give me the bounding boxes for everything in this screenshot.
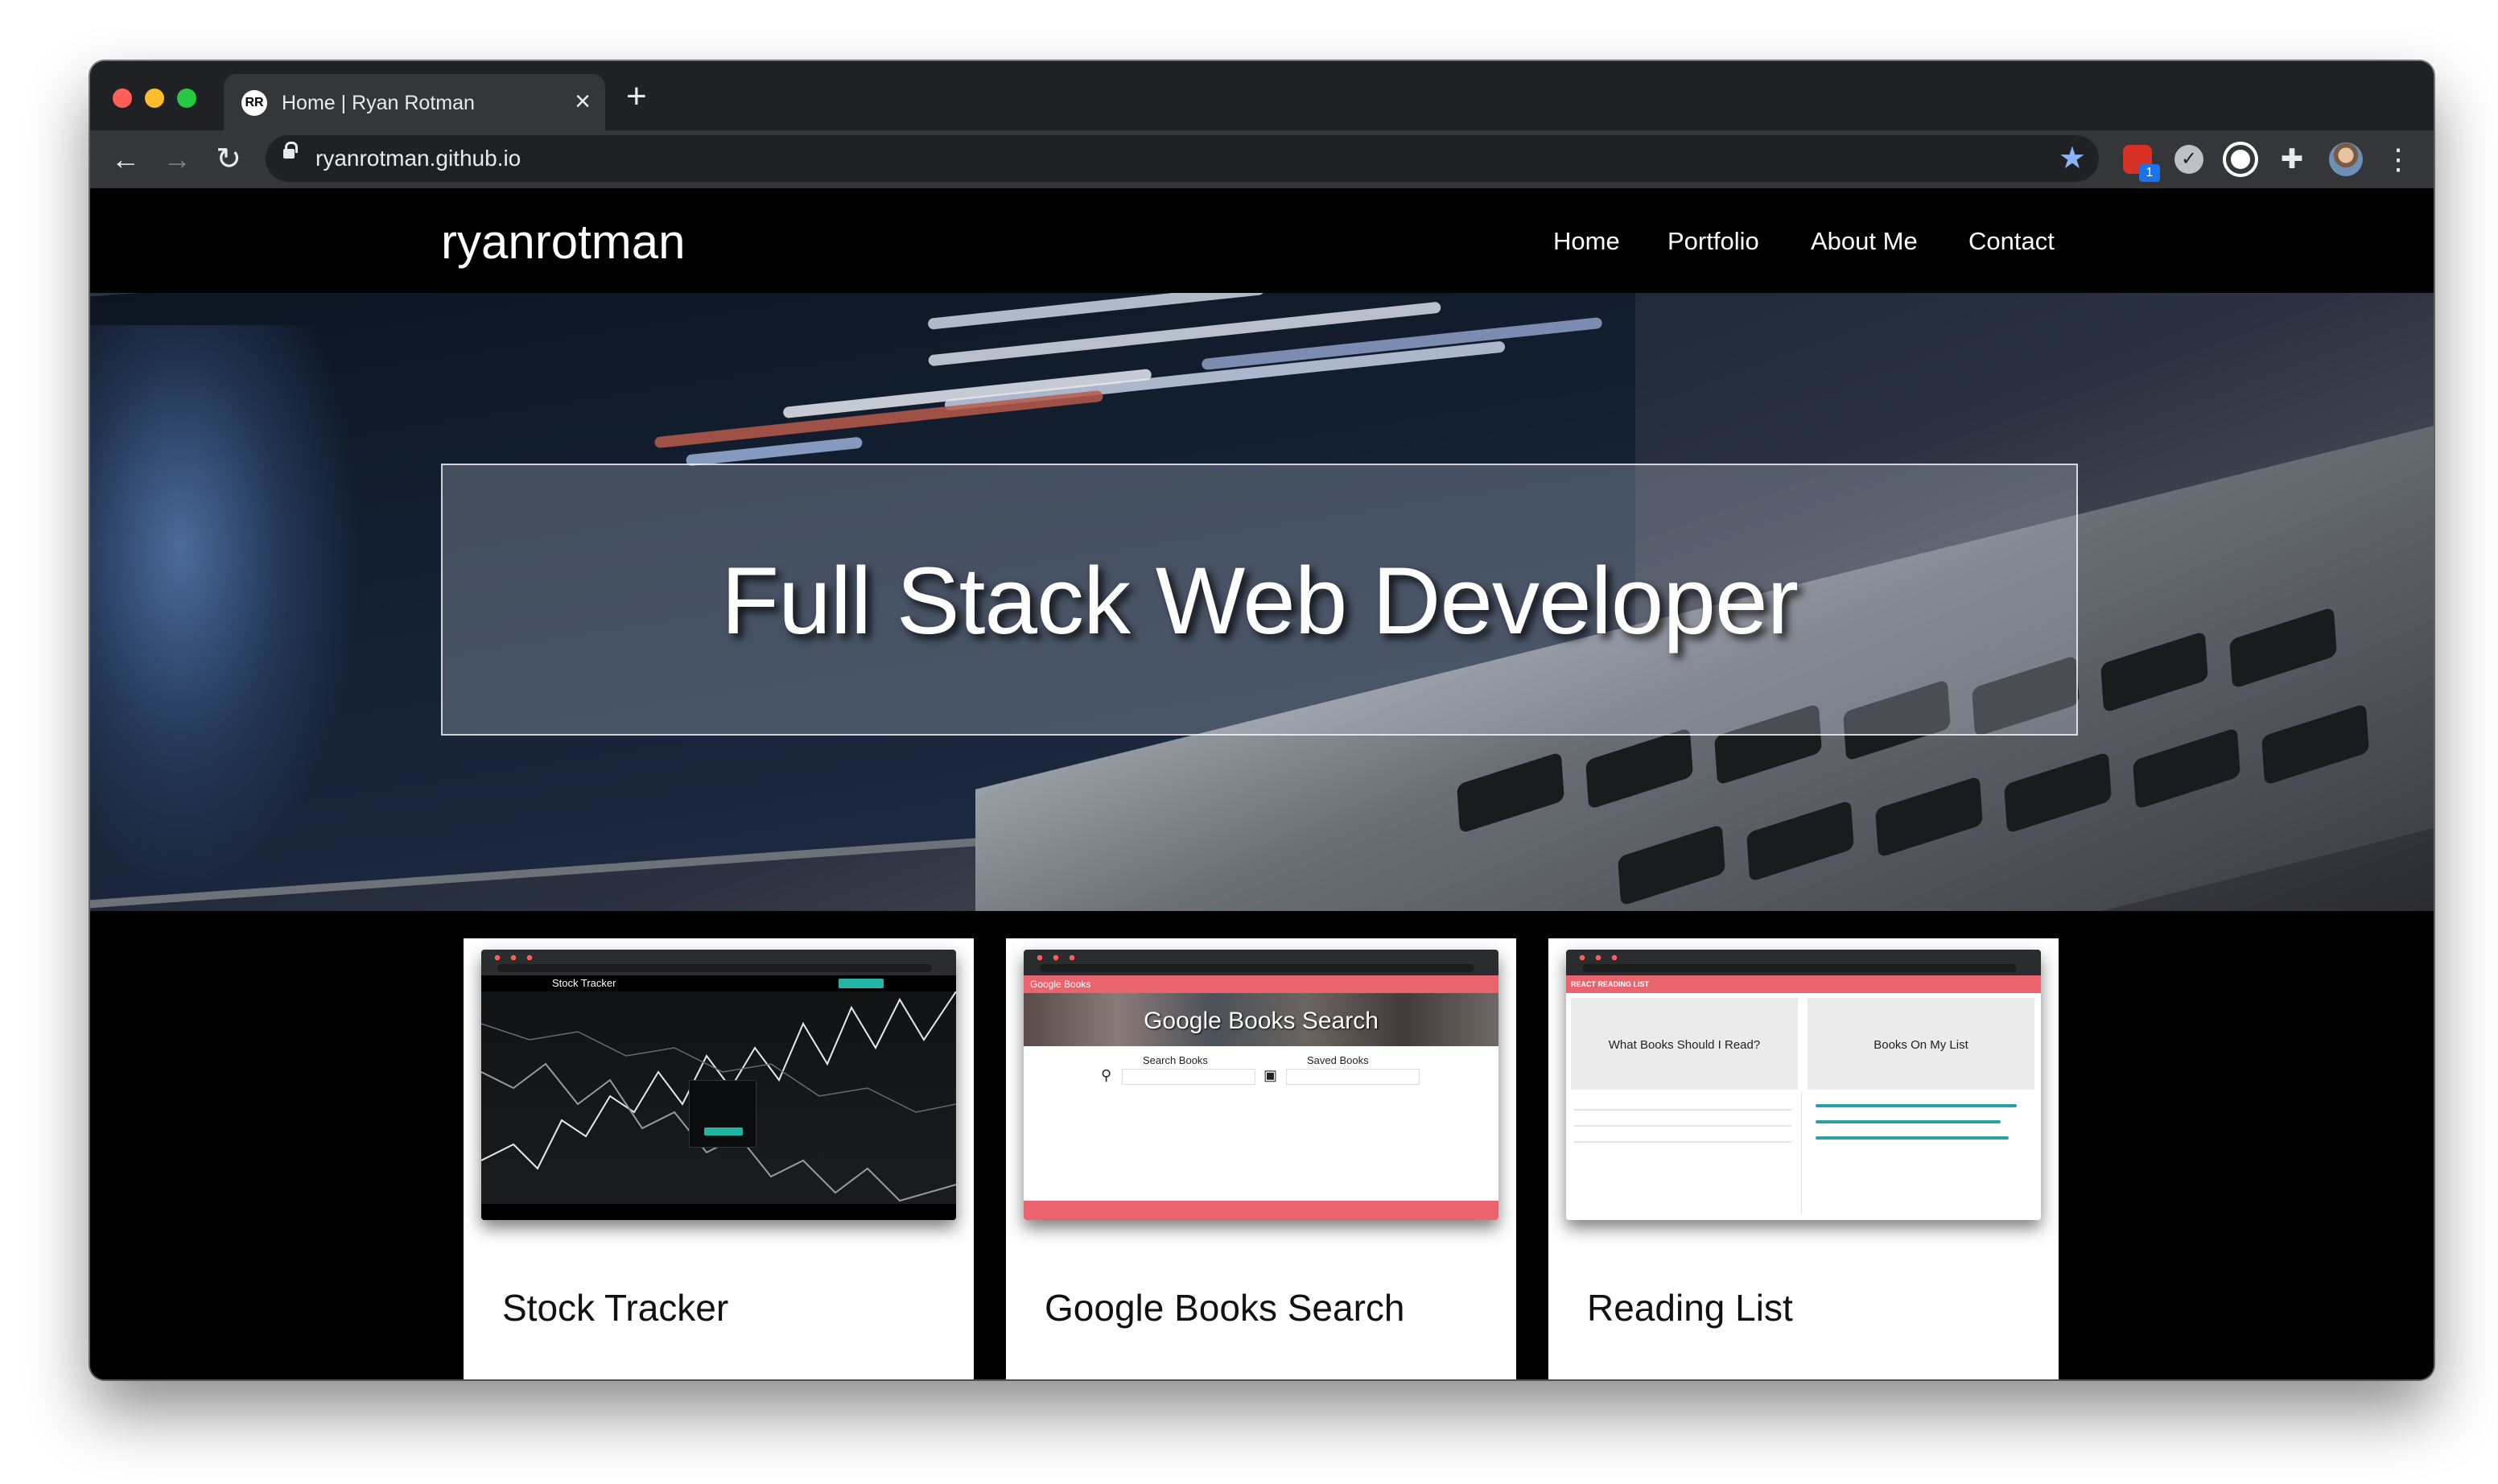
portfolio-card-reading-list[interactable]: REACT READING LIST What Books Should I R… [1548,938,2059,1379]
reload-icon[interactable]: ↻ [209,140,248,179]
reading-list-navbar: REACT READING LIST [1566,975,2041,993]
maximize-window-button[interactable] [177,89,196,108]
search-icon: ⚲ [1101,1067,1112,1083]
tab-title: Home | Ryan Rotman [282,92,475,114]
extension-check-icon[interactable]: ✓ [2174,145,2203,174]
screenshot-browser-chrome [481,950,956,975]
reading-list-form-line [1574,1141,1791,1143]
browser-window: RR Home | Ryan Rotman × + ← → ↻ ryanrotm… [90,61,2434,1379]
stock-tracker-modal [689,1080,756,1148]
reading-list-book-link [1816,1136,2009,1140]
hero-title: Full Stack Web Developer [721,548,1799,654]
google-books-search-field [1122,1069,1255,1085]
close-window-button[interactable] [113,89,132,108]
reading-list-book-link [1816,1104,2017,1107]
hero-title-box: Full Stack Web Developer [441,464,2078,736]
arrow-right-icon[interactable]: → [158,140,196,179]
browser-toolbar: ← → ↻ ryanrotman.github.io ★ 1 ✓ ✚ ⋮ [90,130,2434,188]
google-books-search-label: Search Books [1143,1054,1208,1066]
arrow-left-icon[interactable]: ← [106,140,145,179]
reading-list-screenshot: REACT READING LIST What Books Should I R… [1566,950,2041,1220]
google-books-banner: Google Books Search [1024,993,1498,1046]
puzzle-icon[interactable]: ✚ [2277,145,2306,174]
portfolio-card-stock-tracker[interactable]: Stock Tracker Stock Tracker [464,938,974,1379]
profile-avatar[interactable] [2329,142,2363,176]
google-books-banner-title: Google Books Search [1144,1008,1379,1034]
site-navbar: ryanrotman Home Portfolio About Me Conta… [90,188,2434,293]
reading-list-panel-my-list: Books On My List [1808,998,2034,1090]
stock-tracker-footer [481,1204,956,1220]
reading-list-navbar-title: REACT READING LIST [1571,980,1650,988]
google-books-footer [1024,1201,1498,1220]
screenshot-browser-chrome [1024,950,1498,975]
lock-icon [283,142,298,159]
stock-tracker-header-title: Stock Tracker [552,977,616,989]
reading-list-book-link [1816,1120,2001,1123]
tab-strip: RR Home | Ryan Rotman × + [90,61,2434,130]
stock-tracker-body: Stock Tracker [481,975,956,1220]
reading-list-body: REACT READING LIST What Books Should I R… [1566,975,2041,1220]
google-books-saved-field [1286,1069,1420,1085]
stock-tracker-modal-button [704,1127,743,1136]
hero-screen-glow [90,325,364,888]
google-books-body: Google Books Google Books Search Search … [1024,975,1498,1220]
google-books-saved-label: Saved Books [1307,1054,1369,1066]
reading-list-form-line [1574,1125,1791,1127]
reading-list-divider [1801,1093,1802,1214]
reading-list-panel-suggestions: What Books Should I Read? [1571,998,1798,1090]
stock-tracker-screenshot: Stock Tracker [481,950,956,1220]
tab-home[interactable]: RR Home | Ryan Rotman × [224,74,605,130]
google-books-navbar-title: Google Books [1030,979,1091,990]
reading-list-form-line [1574,1109,1791,1111]
save-icon: ▣ [1263,1067,1278,1083]
portfolio-card-title[interactable]: Google Books Search [1045,1286,1405,1329]
hero-section: Full Stack Web Developer [90,293,2434,911]
minimize-window-button[interactable] [145,89,164,108]
site-favicon-icon: RR [241,90,267,116]
portfolio-card-title[interactable]: Stock Tracker [502,1286,728,1329]
google-books-navbar: Google Books [1024,975,1498,993]
screenshot-browser-chrome [1566,950,2041,975]
reading-list-panel-title: What Books Should I Read? [1608,1038,1761,1052]
url-text[interactable]: ryanrotman.github.io [315,146,521,171]
stock-tracker-login-button [839,979,884,988]
stock-tracker-header: Stock Tracker [481,975,956,991]
site-brand-link[interactable]: ryanrotman [441,214,685,270]
reading-list-panel-title: Books On My List [1874,1038,1968,1052]
page-viewport: ryanrotman Home Portfolio About Me Conta… [90,188,2434,1379]
extension-red-icon[interactable]: 1 [2123,145,2160,182]
extension-circle-icon[interactable] [2226,145,2255,174]
new-tab-icon[interactable]: + [626,77,647,116]
bookmark-star-icon[interactable]: ★ [2059,140,2086,177]
tab-close-icon[interactable]: × [575,85,591,117]
portfolio-card-title[interactable]: Reading List [1587,1286,1793,1329]
portfolio-card-google-books-search[interactable]: Google Books Google Books Search Search … [1006,938,1516,1379]
nav-link-contact[interactable]: Contact [1968,227,2055,256]
address-bar[interactable]: ryanrotman.github.io ★ [266,135,2099,182]
nav-link-home[interactable]: Home [1553,227,1620,256]
nav-link-portfolio[interactable]: Portfolio [1667,227,1759,256]
google-books-screenshot: Google Books Google Books Search Search … [1024,950,1498,1220]
portfolio-section: Stock Tracker Stock Tracker Google Books… [90,911,2434,1379]
extension-badge: 1 [2139,164,2160,182]
vertical-dots-icon[interactable]: ⋮ [2384,142,2413,177]
nav-link-about-me[interactable]: About Me [1811,227,1918,256]
